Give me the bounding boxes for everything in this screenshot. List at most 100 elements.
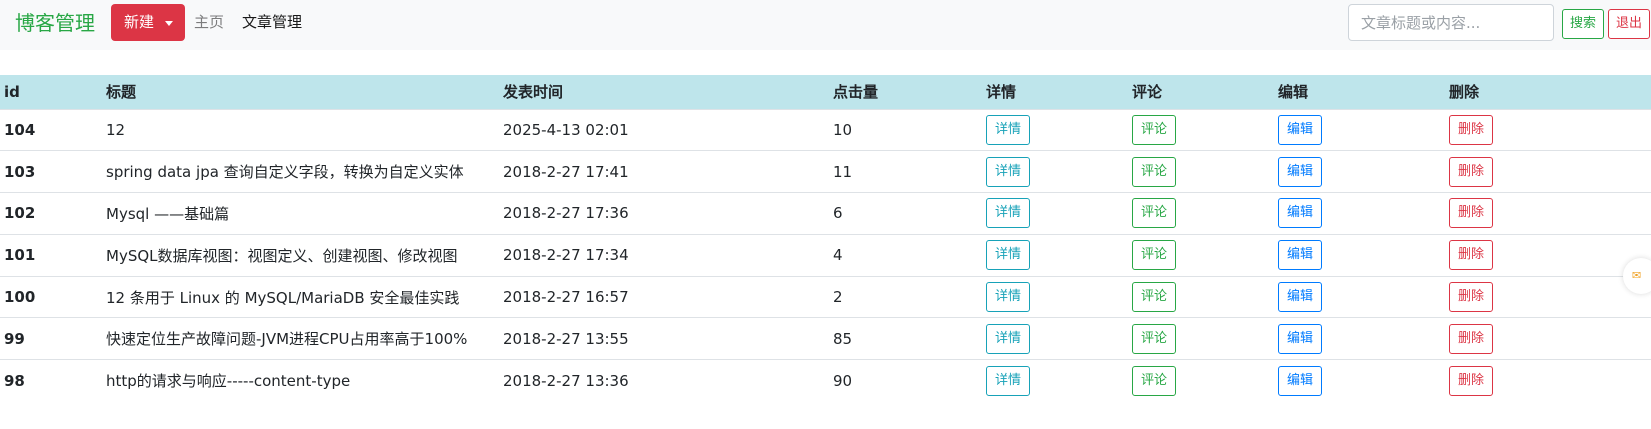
cell-detail: 详情 — [982, 233, 1128, 277]
cell-delete: 删除 — [1445, 317, 1651, 360]
new-dropdown-button[interactable]: 新建 — [111, 4, 185, 41]
detail-button[interactable]: 详情 — [986, 114, 1031, 145]
navbar: 博客管理 新建 主页 文章管理 搜索 退出 — [0, 0, 1651, 50]
cell-delete: 删除 — [1445, 150, 1651, 193]
cell-clicks: 11 — [829, 150, 982, 193]
cell-clicks: 6 — [829, 192, 982, 235]
edit-button[interactable]: 编辑 — [1278, 365, 1323, 396]
cell-clicks: 4 — [829, 233, 982, 277]
cell-clicks: 2 — [829, 275, 982, 318]
brand-title[interactable]: 博客管理 — [15, 8, 95, 38]
search-button[interactable]: 搜索 — [1562, 9, 1605, 39]
detail-button[interactable]: 详情 — [986, 156, 1031, 187]
delete-button[interactable]: 删除 — [1449, 198, 1494, 229]
edit-button[interactable]: 编辑 — [1278, 282, 1323, 313]
floating-message-widget[interactable]: ✉ — [1623, 258, 1651, 294]
cell-comment: 评论 — [1128, 359, 1274, 402]
cell-edit: 编辑 — [1274, 233, 1445, 277]
cell-time: 2018-2-27 17:36 — [499, 192, 829, 235]
table-row: 101 MySQL数据库视图：视图定义、创建视图、修改视图 2018-2-27 … — [0, 233, 1651, 277]
column-header-clicks: 点击量 — [833, 83, 879, 102]
cell-time: 2018-2-27 13:36 — [499, 359, 829, 402]
edit-button[interactable]: 编辑 — [1278, 156, 1323, 187]
new-button-label: 新建 — [124, 13, 155, 31]
cell-title: MySQL数据库视图：视图定义、创建视图、修改视图 — [102, 233, 499, 277]
comment-button[interactable]: 评论 — [1132, 114, 1177, 145]
cell-comment: 评论 — [1128, 275, 1274, 318]
comment-button[interactable]: 评论 — [1132, 198, 1177, 229]
cell-id: 100 — [0, 275, 102, 318]
delete-button[interactable]: 删除 — [1449, 282, 1494, 313]
cell-time: 2025-4-13 02:01 — [499, 108, 829, 151]
cell-id: 101 — [0, 233, 102, 277]
table-row: 99 快速定位生产故障问题-JVM进程CPU占用率高于100% 2018-2-2… — [0, 317, 1651, 360]
cell-delete: 删除 — [1445, 359, 1651, 402]
delete-button[interactable]: 删除 — [1449, 323, 1494, 354]
cell-detail: 详情 — [982, 275, 1128, 318]
cell-title: 12 — [102, 108, 499, 151]
cell-title: http的请求与响应-----content-type — [102, 359, 499, 402]
delete-button[interactable]: 删除 — [1449, 114, 1494, 145]
column-header-detail: 详情 — [986, 83, 1017, 102]
edit-button[interactable]: 编辑 — [1278, 323, 1323, 354]
cell-comment: 评论 — [1128, 233, 1274, 277]
detail-button[interactable]: 详情 — [986, 240, 1031, 271]
message-icon: ✉ — [1632, 269, 1642, 282]
delete-button[interactable]: 删除 — [1449, 156, 1494, 187]
cell-edit: 编辑 — [1274, 108, 1445, 151]
cell-comment: 评论 — [1128, 317, 1274, 360]
cell-detail: 详情 — [982, 150, 1128, 193]
caret-down-icon — [165, 21, 173, 26]
cell-title: spring data jpa 查询自定义字段，转换为自定义实体 — [102, 150, 499, 193]
comment-button[interactable]: 评论 — [1132, 365, 1177, 396]
detail-button[interactable]: 详情 — [986, 282, 1031, 313]
table-row: 104 12 2025-4-13 02:01 10 详情 评论 编辑 删除 — [0, 108, 1651, 151]
detail-button[interactable]: 详情 — [986, 323, 1031, 354]
detail-button[interactable]: 详情 — [986, 198, 1031, 229]
cell-id: 99 — [0, 317, 102, 360]
comment-button[interactable]: 评论 — [1132, 323, 1177, 354]
column-header-delete: 删除 — [1449, 83, 1480, 102]
cell-delete: 删除 — [1445, 192, 1651, 235]
article-table: id 标题 发表时间 点击量 详情 评论 编辑 删除 104 12 2025-4… — [0, 75, 1651, 402]
edit-button[interactable]: 编辑 — [1278, 114, 1323, 145]
comment-button[interactable]: 评论 — [1132, 156, 1177, 187]
cell-edit: 编辑 — [1274, 359, 1445, 402]
delete-button[interactable]: 删除 — [1449, 365, 1494, 396]
cell-edit: 编辑 — [1274, 317, 1445, 360]
detail-button[interactable]: 详情 — [986, 365, 1031, 396]
cell-title: 12 条用于 Linux 的 MySQL/MariaDB 安全最佳实践 — [102, 275, 499, 318]
cell-clicks: 10 — [829, 108, 982, 151]
table-row: 103 spring data jpa 查询自定义字段，转换为自定义实体 201… — [0, 150, 1651, 193]
cell-id: 104 — [0, 108, 102, 151]
table-row: 102 Mysql ——基础篇 2018-2-27 17:36 6 详情 评论 … — [0, 192, 1651, 235]
cell-title: Mysql ——基础篇 — [102, 192, 499, 235]
cell-edit: 编辑 — [1274, 192, 1445, 235]
cell-time: 2018-2-27 17:41 — [499, 150, 829, 193]
cell-edit: 编辑 — [1274, 275, 1445, 318]
cell-edit: 编辑 — [1274, 150, 1445, 193]
search-input[interactable] — [1348, 4, 1554, 41]
cell-id: 103 — [0, 150, 102, 193]
cell-delete: 删除 — [1445, 233, 1651, 277]
column-header-comment: 评论 — [1132, 83, 1163, 102]
cell-detail: 详情 — [982, 317, 1128, 360]
cell-id: 102 — [0, 192, 102, 235]
cell-clicks: 90 — [829, 359, 982, 402]
comment-button[interactable]: 评论 — [1132, 282, 1177, 313]
edit-button[interactable]: 编辑 — [1278, 198, 1323, 229]
cell-title: 快速定位生产故障问题-JVM进程CPU占用率高于100% — [102, 317, 499, 360]
delete-button[interactable]: 删除 — [1449, 240, 1494, 271]
edit-button[interactable]: 编辑 — [1278, 240, 1323, 271]
table-row: 98 http的请求与响应-----content-type 2018-2-27… — [0, 359, 1651, 402]
column-header-time: 发表时间 — [503, 83, 564, 102]
nav-link-home[interactable]: 主页 — [194, 11, 224, 33]
logout-button[interactable]: 退出 — [1608, 9, 1651, 39]
cell-clicks: 85 — [829, 317, 982, 360]
column-header-id: id — [4, 82, 20, 101]
cell-comment: 评论 — [1128, 108, 1274, 151]
cell-detail: 详情 — [982, 108, 1128, 151]
comment-button[interactable]: 评论 — [1132, 240, 1177, 271]
nav-link-article-management[interactable]: 文章管理 — [242, 11, 302, 33]
cell-time: 2018-2-27 16:57 — [499, 275, 829, 318]
